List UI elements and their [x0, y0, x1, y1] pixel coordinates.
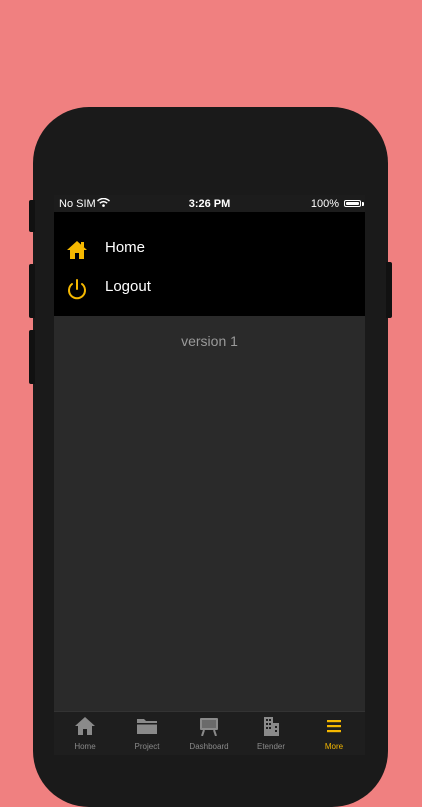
battery-tip [362, 202, 364, 206]
tab-project[interactable]: Project [116, 712, 178, 755]
mute-switch [29, 200, 35, 232]
easel-icon [200, 718, 218, 736]
tab-home[interactable]: Home [54, 712, 116, 755]
version-label: version 1 [181, 333, 238, 349]
tab-dashboard[interactable]: Dashboard [178, 712, 240, 755]
building-icon [264, 717, 279, 736]
power-button [386, 262, 392, 318]
volume-up-button [29, 264, 35, 318]
menu-item-label: Home [105, 239, 146, 256]
home-icon [67, 241, 87, 259]
battery-percentage: 100% [310, 198, 339, 210]
power-icon [68, 279, 86, 300]
tab-bar: Home Project Dashboard Etender More [54, 711, 365, 755]
menu-item-logout[interactable]: Logout [54, 268, 365, 306]
side-menu: Home Logout [54, 212, 365, 316]
tab-etender[interactable]: Etender [240, 712, 302, 755]
screen: No SIM 3:26 PM 100% Home Logout version … [54, 195, 365, 755]
battery-icon [344, 200, 361, 207]
menu-icon [327, 720, 341, 733]
volume-down-button [29, 330, 35, 384]
tab-more[interactable]: More [303, 712, 365, 755]
folder-icon [137, 719, 157, 734]
home-icon [75, 717, 95, 735]
menu-item-label: Logout [105, 278, 151, 295]
status-bar: No SIM 3:26 PM 100% [54, 195, 365, 212]
menu-item-home[interactable]: Home [54, 229, 365, 267]
